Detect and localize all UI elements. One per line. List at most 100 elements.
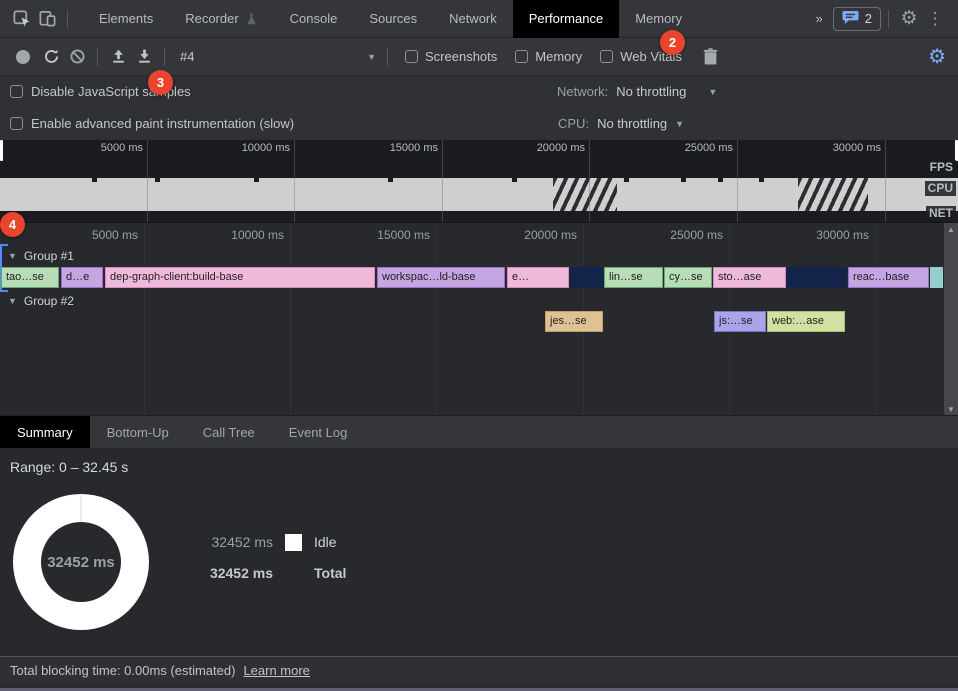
ruler-tick-label: 10000 ms: [242, 142, 294, 154]
chat-bubble-icon: [842, 10, 859, 28]
issues-counter[interactable]: 2: [833, 7, 881, 31]
tab-label: Sources: [369, 11, 417, 26]
total-blocking-time-label: Total blocking time: 0.00ms (estimated): [10, 663, 235, 678]
tab-recorder[interactable]: Recorder: [169, 0, 273, 38]
lane-label-cpu: CPU: [925, 181, 956, 196]
inspect-element-icon[interactable]: [8, 6, 34, 32]
more-tabs-button[interactable]: »: [806, 11, 833, 26]
cpu-notch: [718, 178, 723, 182]
performance-toolbar: #4 ▼ ScreenshotsMemoryWeb Vitals ⚙: [0, 38, 958, 76]
flame-bar[interactable]: [570, 267, 604, 288]
summary-donut-chart: 32452 ms: [13, 494, 149, 630]
overview-section[interactable]: 5000 ms10000 ms15000 ms20000 ms25000 ms3…: [0, 140, 958, 222]
selection-handle-left[interactable]: [0, 140, 3, 161]
flame-bar[interactable]: workspac…ld-base: [377, 267, 505, 288]
devtools-tab-strip: Elements Recorder Console Sources Network Per…: [83, 0, 698, 38]
ruler-tick-label: 25000 ms: [670, 228, 729, 242]
tab-sources[interactable]: Sources: [353, 0, 433, 38]
load-profile-icon[interactable]: [105, 44, 131, 70]
checkbox-advanced-paint[interactable]: Enable advanced paint instrumentation (s…: [10, 116, 294, 131]
ruler-tick-label: 25000 ms: [685, 142, 737, 154]
gridline: [144, 223, 145, 415]
chevron-down-icon: ▼: [675, 119, 684, 129]
learn-more-link[interactable]: Learn more: [243, 663, 309, 678]
network-throttling-dropdown[interactable]: Network: No throttling ▼: [557, 84, 717, 99]
device-toolbar-icon[interactable]: [34, 6, 60, 32]
flame-bar[interactable]: tao…se: [1, 267, 59, 288]
history-dropdown[interactable]: #4 ▼: [180, 49, 376, 64]
ruler-tick-label: 20000 ms: [524, 228, 583, 242]
group-header-group-2[interactable]: ▼Group #2: [8, 293, 74, 309]
flame-bar[interactable]: [786, 267, 847, 288]
cpu-notch: [155, 178, 160, 182]
flame-chart[interactable]: ▲ ▼ 5000 ms10000 ms15000 ms20000 ms25000…: [0, 222, 958, 415]
tab-label: Console: [290, 11, 338, 26]
scroll-down-icon[interactable]: ▼: [947, 403, 955, 415]
cpu-busy-region: [553, 178, 617, 211]
flame-bar[interactable]: jes…se: [545, 311, 603, 332]
tab-bottom-up[interactable]: Bottom-Up: [90, 416, 186, 448]
tab-event-log[interactable]: Event Log: [272, 416, 365, 448]
reload-and-record-icon[interactable]: [38, 44, 64, 70]
record-button[interactable]: [16, 50, 30, 64]
ruler-tick-label: 5000 ms: [101, 142, 147, 154]
delete-recording-icon[interactable]: [698, 44, 724, 70]
tab-summary[interactable]: Summary: [0, 416, 90, 448]
analysis-tab-strip: SummaryBottom-UpCall TreeEvent Log: [0, 415, 958, 448]
flame-bar[interactable]: lin…se: [604, 267, 663, 288]
cpu-notch: [254, 178, 259, 182]
settings-gear-icon[interactable]: ⚙: [896, 6, 922, 32]
checkbox-label: Enable advanced paint instrumentation (s…: [31, 116, 294, 131]
tab-console[interactable]: Console: [274, 0, 354, 38]
flame-bar[interactable]: [930, 267, 943, 288]
flame-bar[interactable]: e…: [507, 267, 569, 288]
cpu-label: CPU:: [558, 116, 589, 131]
divider: [387, 48, 388, 66]
legend-label: Total: [314, 565, 346, 581]
tab-elements[interactable]: Elements: [83, 0, 169, 38]
gridline: [737, 140, 738, 222]
flame-bar[interactable]: reac…base: [848, 267, 929, 288]
kebab-menu-icon[interactable]: ⋮: [922, 6, 948, 32]
legend-swatch: [285, 534, 302, 551]
flame-bar[interactable]: web:…ase: [767, 311, 845, 332]
flame-bar[interactable]: d…e: [61, 267, 103, 288]
checkbox-screenshots[interactable]: Screenshots: [405, 49, 497, 64]
legend-value: 32452 ms: [207, 534, 273, 550]
checkbox-box: [405, 50, 418, 63]
summary-legend: 32452 msIdle32452 msTotal: [207, 532, 346, 594]
step-badge-4: 4: [0, 212, 25, 237]
clear-recording-icon[interactable]: [64, 44, 90, 70]
vertical-scrollbar[interactable]: ▲ ▼: [944, 223, 958, 415]
tab-label: Recorder: [185, 11, 238, 26]
scroll-up-icon[interactable]: ▲: [947, 223, 955, 236]
cpu-notch: [624, 178, 629, 182]
cpu-throttling-dropdown[interactable]: CPU: No throttling ▼: [558, 116, 684, 131]
footer-bar: Total blocking time: 0.00ms (estimated) …: [0, 656, 958, 684]
group-header-group-1[interactable]: ▼Group #1: [8, 248, 74, 264]
devtools-window: Elements Recorder Console Sources Network Per…: [0, 0, 958, 691]
tab-call-tree[interactable]: Call Tree: [186, 416, 272, 448]
capture-settings-gear-icon[interactable]: ⚙: [928, 47, 950, 67]
flame-bar[interactable]: cy…se: [664, 267, 712, 288]
tab-network[interactable]: Network: [433, 0, 513, 38]
flame-bar[interactable]: dep-graph-client:build-base: [105, 267, 375, 288]
tab-memory[interactable]: Memory: [619, 0, 698, 38]
checkbox-memory[interactable]: Memory: [515, 49, 582, 64]
ruler-tick-label: 30000 ms: [833, 142, 885, 154]
tab-label: Network: [449, 11, 497, 26]
gridline: [436, 223, 437, 415]
divider: [67, 10, 68, 28]
cpu-notch: [388, 178, 393, 182]
save-profile-icon[interactable]: [131, 44, 157, 70]
flask-icon: [245, 12, 258, 26]
checkbox-box: [10, 117, 23, 130]
flame-bar[interactable]: js:…se: [714, 311, 766, 332]
group-label: Group #2: [24, 294, 74, 308]
checkbox-label: Screenshots: [425, 49, 497, 64]
cpu-value: No throttling: [597, 116, 667, 131]
tab-performance[interactable]: Performance: [513, 0, 619, 38]
flame-bar[interactable]: sto…ase: [713, 267, 786, 288]
gridline: [875, 223, 876, 415]
divider: [97, 48, 98, 66]
